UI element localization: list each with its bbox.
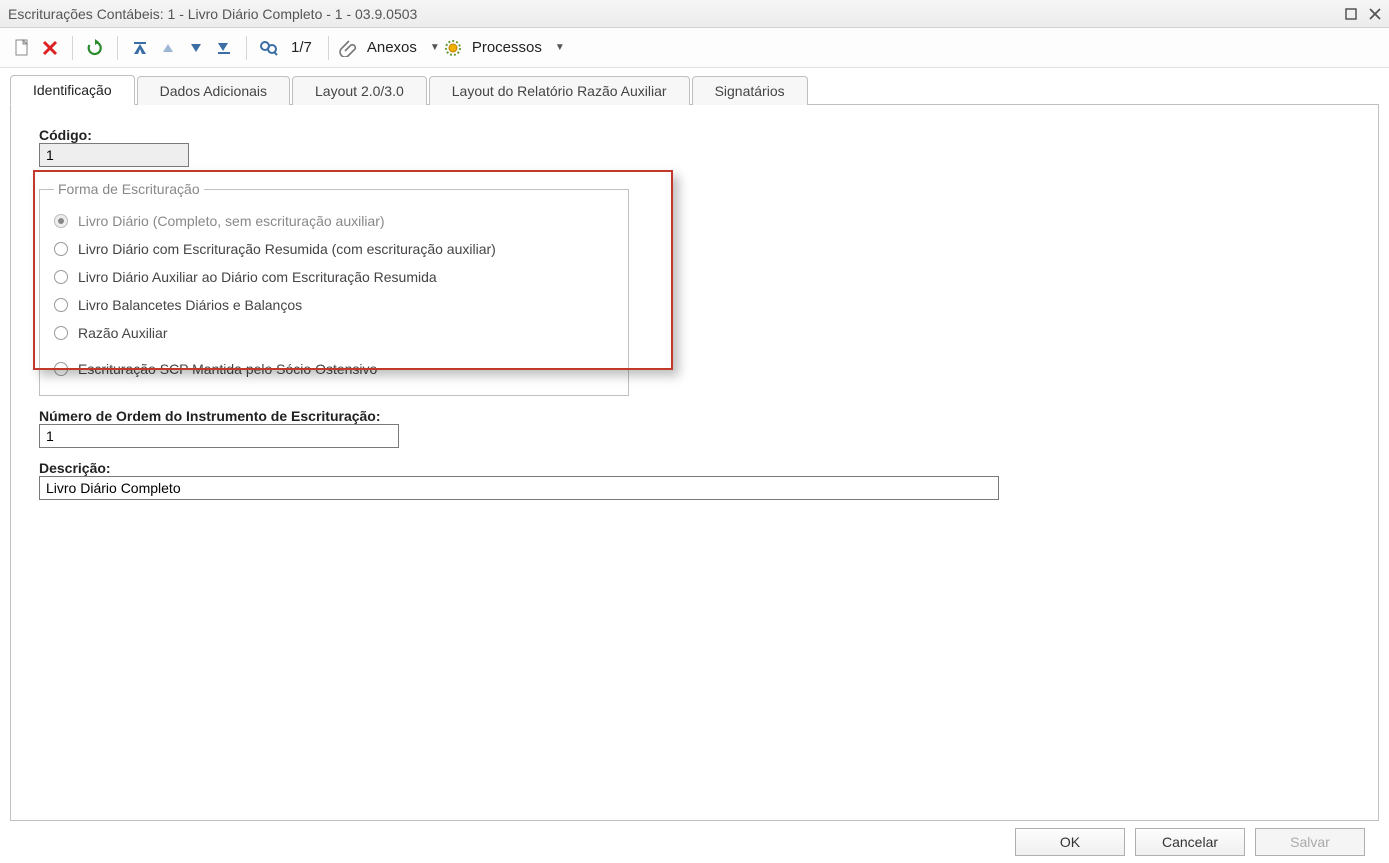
codigo-input[interactable] [39, 143, 189, 167]
forma-escrituracao-group: Forma de Escrituração Livro Diário (Comp… [39, 181, 629, 396]
radio-icon [54, 362, 68, 376]
footer-buttons: OK Cancelar Salvar [10, 821, 1379, 863]
radio-livro-diario-resumida[interactable]: Livro Diário com Escrituração Resumida (… [54, 235, 614, 263]
window-maximize-icon[interactable] [1345, 8, 1357, 20]
tab-identificacao[interactable]: Identificação [10, 75, 135, 105]
titlebar: Escriturações Contábeis: 1 - Livro Diári… [0, 0, 1389, 28]
ok-button[interactable]: OK [1015, 828, 1125, 856]
radio-label: Livro Balancetes Diários e Balanços [78, 297, 302, 313]
anexos-dropdown[interactable]: Anexos ▼ [339, 39, 440, 57]
separator [328, 36, 329, 60]
attachment-icon [339, 39, 357, 57]
descricao-label: Descrição: [39, 460, 1350, 476]
delete-icon[interactable] [38, 35, 62, 61]
ordem-input[interactable] [39, 424, 399, 448]
nav-first-icon[interactable] [128, 35, 152, 61]
tabstrip: Identificação Dados Adicionais Layout 2.… [10, 74, 1379, 104]
content-area: Identificação Dados Adicionais Layout 2.… [0, 68, 1389, 863]
cancelar-button[interactable]: Cancelar [1135, 828, 1245, 856]
separator [117, 36, 118, 60]
radio-icon [54, 214, 68, 228]
radio-label: Livro Diário com Escrituração Resumida (… [78, 241, 496, 257]
separator [72, 36, 73, 60]
tabpanel-identificacao: Código: Forma de Escrituração Livro Diár… [10, 104, 1379, 821]
radio-livro-balancetes[interactable]: Livro Balancetes Diários e Balanços [54, 291, 614, 319]
refresh-icon[interactable] [83, 35, 107, 61]
radio-label: Livro Diário Auxiliar ao Diário com Escr… [78, 269, 437, 285]
radio-livro-diario-auxiliar[interactable]: Livro Diário Auxiliar ao Diário com Escr… [54, 263, 614, 291]
nav-next-icon[interactable] [184, 35, 208, 61]
window-close-icon[interactable] [1369, 8, 1381, 20]
tab-layout-20-30[interactable]: Layout 2.0/3.0 [292, 76, 427, 105]
radio-label: Livro Diário (Completo, sem escrituração… [78, 213, 385, 229]
chevron-down-icon: ▼ [555, 42, 565, 53]
separator [246, 36, 247, 60]
anexos-label: Anexos [361, 39, 423, 56]
radio-icon [54, 326, 68, 340]
radio-icon [54, 270, 68, 284]
radio-livro-diario-completo[interactable]: Livro Diário (Completo, sem escrituração… [54, 207, 614, 235]
forma-legend: Forma de Escrituração [54, 181, 204, 197]
tab-signatarios[interactable]: Signatários [692, 76, 808, 105]
radio-razao-auxiliar[interactable]: Razão Auxiliar [54, 319, 614, 347]
processos-label: Processos [466, 39, 548, 56]
radio-label: Escrituração SCP Mantida pelo Sócio Oste… [78, 361, 377, 377]
nav-last-icon[interactable] [212, 35, 236, 61]
tab-dados-adicionais[interactable]: Dados Adicionais [137, 76, 290, 105]
search-icon[interactable] [257, 35, 281, 61]
chevron-down-icon: ▼ [430, 42, 440, 53]
radio-icon [54, 242, 68, 256]
processos-dropdown[interactable]: Processos ▼ [444, 39, 565, 57]
nav-prev-icon[interactable] [156, 35, 180, 61]
radio-icon [54, 298, 68, 312]
gear-icon [444, 39, 462, 57]
new-document-icon[interactable] [10, 35, 34, 61]
descricao-input[interactable] [39, 476, 999, 500]
radio-escrituracao-scp[interactable]: Escrituração SCP Mantida pelo Sócio Oste… [54, 355, 614, 383]
page-counter: 1/7 [285, 39, 318, 56]
tab-layout-razao-auxiliar[interactable]: Layout do Relatório Razão Auxiliar [429, 76, 690, 105]
window-title: Escriturações Contábeis: 1 - Livro Diári… [8, 6, 1345, 22]
radio-label: Razão Auxiliar [78, 325, 168, 341]
codigo-label: Código: [39, 127, 1350, 143]
toolbar: 1/7 Anexos ▼ Processos ▼ [0, 28, 1389, 68]
ordem-label: Número de Ordem do Instrumento de Escrit… [39, 408, 1350, 424]
salvar-button[interactable]: Salvar [1255, 828, 1365, 856]
